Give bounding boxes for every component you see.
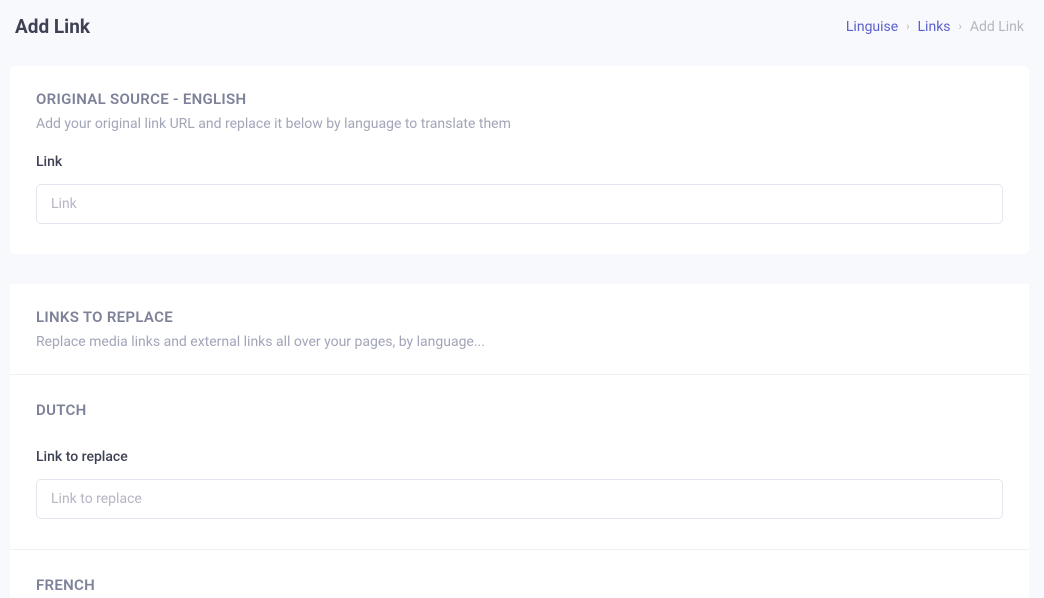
original-source-card: ORIGINAL SOURCE - ENGLISH Add your origi… xyxy=(10,66,1029,254)
breadcrumb-current: Add Link xyxy=(970,19,1024,35)
link-replace-label: Link to replace xyxy=(36,449,1003,465)
page-header: Add Link Linguise › Links › Add Link xyxy=(0,0,1044,56)
links-to-replace-card: LINKS TO REPLACE Replace media links and… xyxy=(10,284,1029,598)
section-header: LINKS TO REPLACE Replace media links and… xyxy=(10,284,1029,375)
section-subtitle: Replace media links and external links a… xyxy=(36,334,1003,350)
card-subtitle: Add your original link URL and replace i… xyxy=(36,116,1003,132)
language-title: FRENCH xyxy=(36,576,1003,594)
breadcrumb-link-links[interactable]: Links xyxy=(918,19,951,35)
section-title: LINKS TO REPLACE xyxy=(36,308,1003,326)
chevron-right-icon: › xyxy=(959,20,962,33)
language-section-dutch: DUTCH Link to replace xyxy=(10,375,1029,550)
card-title: ORIGINAL SOURCE - ENGLISH xyxy=(36,90,1003,108)
breadcrumb: Linguise › Links › Add Link xyxy=(846,19,1024,35)
language-title: DUTCH xyxy=(36,401,1003,419)
chevron-right-icon: › xyxy=(906,20,909,33)
breadcrumb-link-linguise[interactable]: Linguise xyxy=(846,19,898,35)
link-field-label: Link xyxy=(36,154,1003,170)
original-link-input[interactable] xyxy=(36,184,1003,224)
language-section-french: FRENCH xyxy=(10,550,1029,598)
page-title: Add Link xyxy=(15,15,90,38)
dutch-link-input[interactable] xyxy=(36,479,1003,519)
